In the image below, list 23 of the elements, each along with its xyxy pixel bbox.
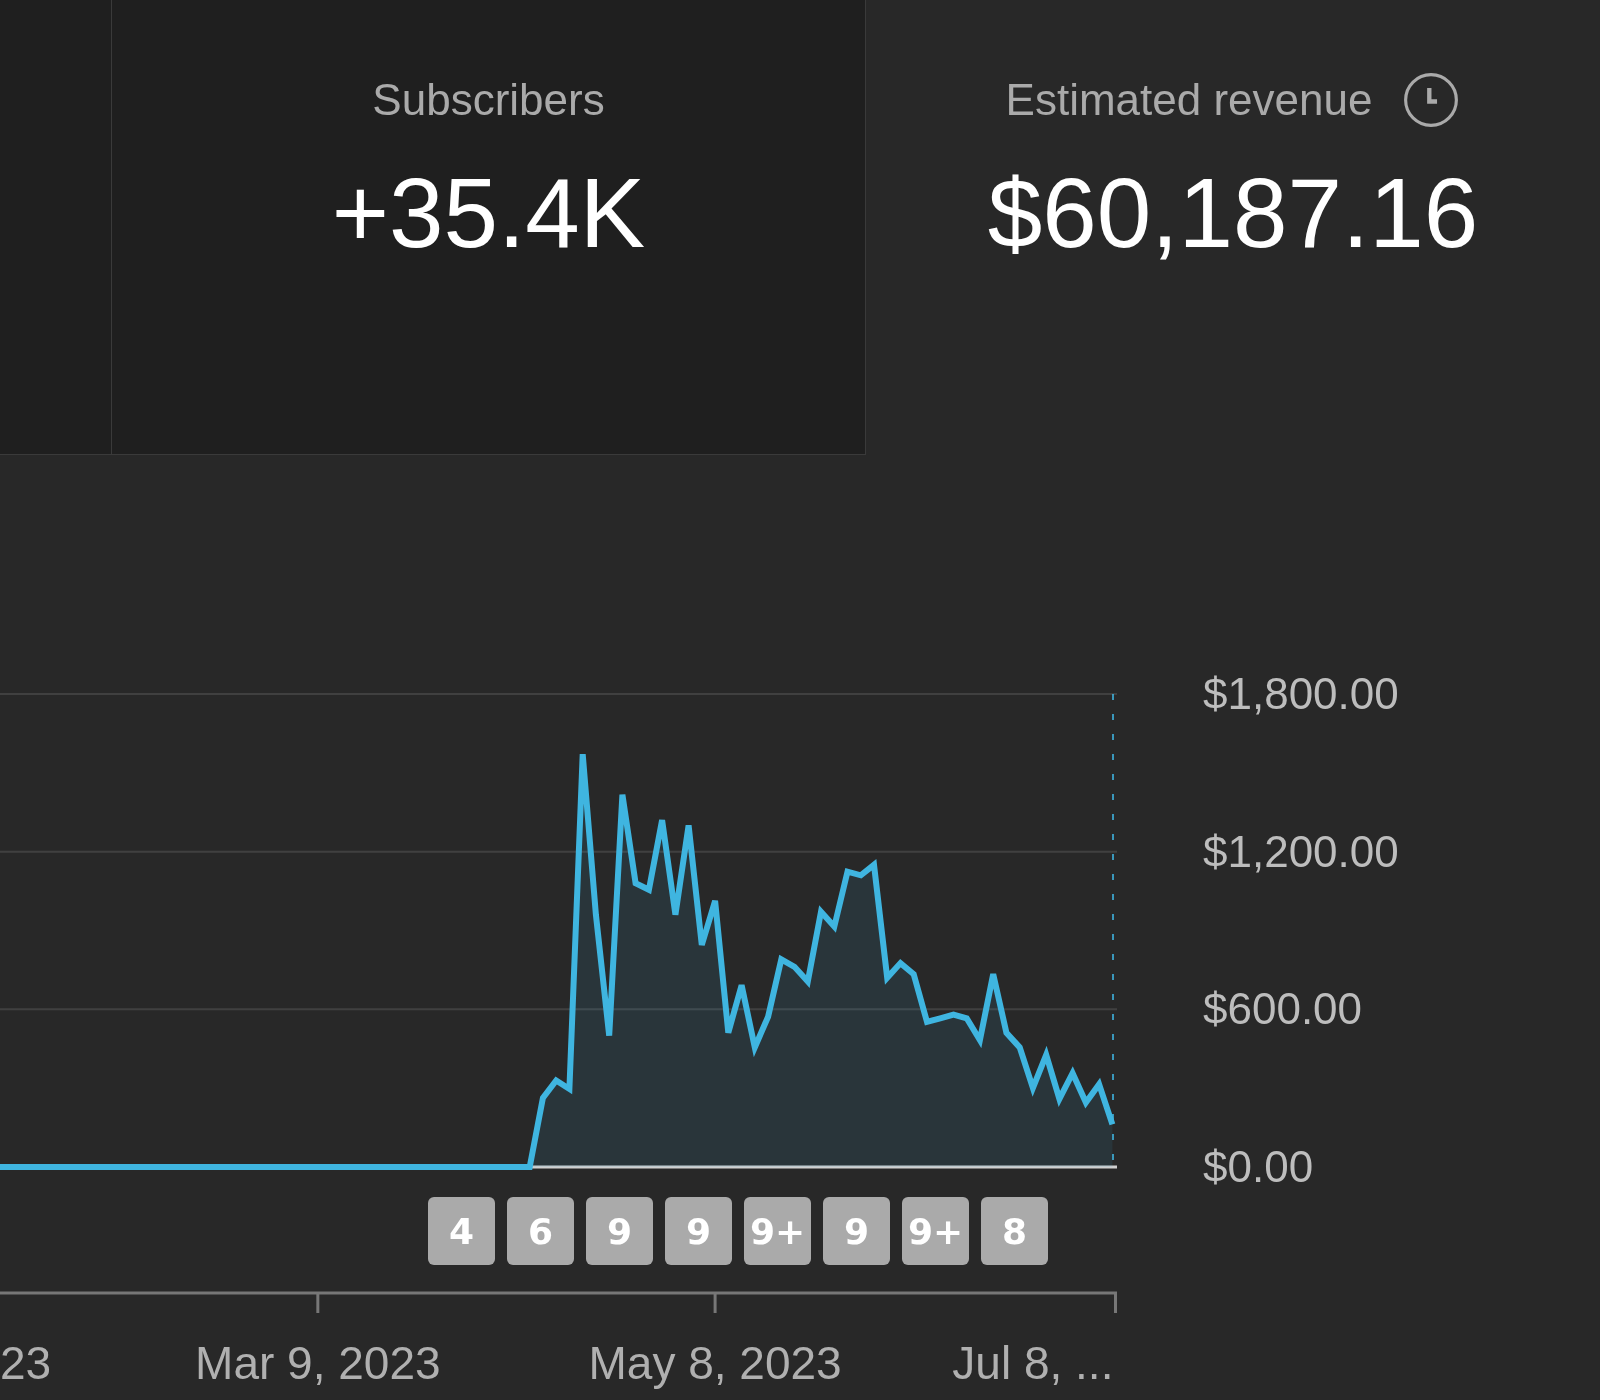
y-axis-label: $600.00: [1203, 984, 1364, 1035]
video-count-marker[interactable]: 8: [981, 1197, 1048, 1265]
metric-value: +35.4K: [331, 164, 646, 262]
x-axis-label: May 8, 2023: [588, 1336, 842, 1391]
metric-value: $60,187.16: [987, 164, 1479, 262]
video-count-marker[interactable]: 9+: [902, 1197, 969, 1265]
x-axis-label: Mar 9, 2023: [195, 1336, 441, 1391]
x-axis-label: 23: [0, 1336, 52, 1391]
video-count-marker[interactable]: 6: [507, 1197, 574, 1265]
y-axis-label: $1,200.00: [1203, 826, 1399, 877]
video-count-marker[interactable]: 9+: [744, 1197, 811, 1265]
clock-icon: [1402, 71, 1461, 129]
video-count-marker[interactable]: 9: [823, 1197, 890, 1265]
metric-label: Subscribers: [372, 75, 605, 125]
y-axis-label: $1,800.00: [1203, 669, 1399, 719]
x-axis-label: Jul 8, ...: [952, 1336, 1114, 1391]
video-count-marker[interactable]: 4: [428, 1197, 495, 1265]
video-count-marker[interactable]: 9: [586, 1197, 653, 1265]
video-count-marker[interactable]: 9: [665, 1197, 732, 1265]
metric-card[interactable]: [0, 0, 112, 455]
metric-card[interactable]: Subscribers +35.4K: [112, 0, 866, 455]
metric-label: Estimated revenue: [1005, 75, 1373, 125]
y-axis-label: $0.00: [1203, 1141, 1315, 1192]
